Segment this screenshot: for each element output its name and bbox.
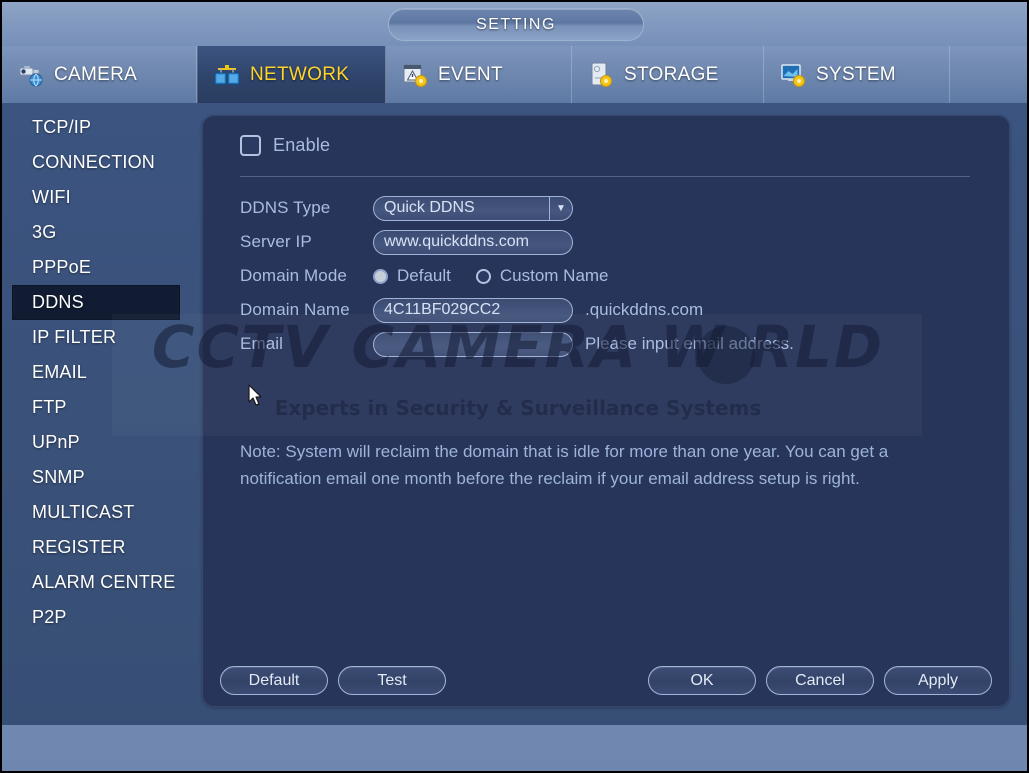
sidebar-item-3g[interactable]: 3G — [12, 215, 180, 250]
server-ip-input[interactable]: www.quickddns.com — [373, 229, 573, 255]
sidebar-item-connection[interactable]: CONNECTION — [12, 145, 180, 180]
sidebar-item-register[interactable]: REGISTER — [12, 530, 180, 565]
tab-camera[interactable]: CAMERA — [2, 46, 197, 103]
row-server-ip: Server IP www.quickddns.com — [240, 225, 980, 259]
ddns-type-label: DDNS Type — [240, 198, 331, 217]
sidebar-item-ddns[interactable]: DDNS — [12, 285, 180, 320]
ddns-type-select[interactable]: Quick DDNS ▼ — [373, 195, 573, 221]
server-ip-label: Server IP — [240, 232, 312, 251]
enable-row: Enable — [240, 135, 330, 156]
ddns-note: Note: System will reclaim the domain tha… — [240, 442, 889, 488]
sidebar-label: DDNS — [32, 292, 84, 312]
enable-label: Enable — [273, 135, 331, 155]
ddns-type-value: Quick DDNS — [384, 199, 475, 216]
radio-custom-name[interactable] — [475, 268, 491, 284]
page-title: SETTING — [476, 15, 556, 33]
email-label: Email — [240, 334, 284, 353]
camera-icon — [16, 60, 46, 90]
tab-label-system: SYSTEM — [816, 63, 896, 85]
network-icon — [212, 60, 242, 90]
server-ip-value: www.quickddns.com — [384, 233, 529, 250]
tab-label-event: EVENT — [438, 63, 503, 85]
main-tabbar: CAMERA NETWORK EVENT STORAGE SYSTEM — [2, 46, 1027, 103]
sidebar-item-pppoe[interactable]: PPPoE — [12, 250, 180, 285]
radio-default[interactable] — [373, 268, 388, 284]
sidebar-item-p2p[interactable]: P2P — [12, 600, 180, 635]
tab-system[interactable]: SYSTEM — [764, 46, 950, 103]
domain-name-input[interactable]: 4C11BF029CC2 — [373, 297, 573, 323]
sidebar-item-multicast[interactable]: MULTICAST — [12, 495, 180, 530]
domain-name-suffix: .quickddns.com — [585, 300, 704, 319]
section-divider — [240, 176, 970, 177]
sidebar-label: EMAIL — [32, 362, 88, 382]
sidebar-item-snmp[interactable]: SNMP — [12, 460, 180, 495]
tab-label-network: NETWORK — [250, 63, 350, 85]
sidebar-item-wifi[interactable]: WIFI — [12, 180, 180, 215]
sidebar-label: UPnP — [32, 432, 80, 452]
tab-network[interactable]: NETWORK — [197, 46, 386, 103]
ddns-form: DDNS Type Quick DDNS ▼ Server IP www.qui… — [240, 191, 980, 361]
sidebar-label: 3G — [32, 222, 57, 242]
tab-label-storage: STORAGE — [624, 63, 719, 85]
sidebar-label: P2P — [32, 607, 67, 627]
default-button[interactable]: Default — [220, 666, 328, 695]
screen-root: SETTING CAMERA NETWORK EVENT STORAGE SYS… — [0, 0, 1029, 773]
tab-storage[interactable]: STORAGE — [572, 46, 764, 103]
domain-name-value: 4C11BF029CC2 — [384, 301, 501, 318]
sidebar-label: PPPoE — [32, 257, 92, 277]
tab-label-camera: CAMERA — [54, 63, 138, 85]
radio-default-label: Default — [397, 266, 451, 285]
sidebar-item-alarm-centre[interactable]: ALARM CENTRE — [12, 565, 180, 600]
sidebar-label: CONNECTION — [32, 152, 155, 172]
test-button[interactable]: Test — [338, 666, 446, 695]
setting-window: SETTING CAMERA NETWORK EVENT STORAGE SYS… — [2, 2, 1027, 771]
enable-checkbox[interactable] — [240, 135, 261, 156]
sidebar-label: SNMP — [32, 467, 85, 487]
ddns-settings-panel: Enable DDNS Type Quick DDNS ▼ Server IP — [202, 115, 1010, 707]
body-area: TCP/IP CONNECTION WIFI 3G PPPoE DDNS IP … — [2, 103, 1027, 725]
sidebar-label: IP FILTER — [32, 327, 117, 347]
button-bar: Default Test OK Cancel Apply — [220, 666, 992, 695]
sidebar-item-ip-filter[interactable]: IP FILTER — [12, 320, 180, 355]
ok-button[interactable]: OK — [648, 666, 756, 695]
domain-name-label: Domain Name — [240, 300, 350, 319]
window-title-pill: SETTING — [388, 8, 644, 41]
tab-event[interactable]: EVENT — [386, 46, 572, 103]
radio-custom-name-label: Custom Name — [499, 266, 609, 285]
sidebar-label: MULTICAST — [32, 502, 135, 522]
domain-mode-radio-group: Default Custom Name — [373, 266, 625, 286]
sidebar-label: FTP — [32, 397, 67, 417]
row-domain-name: Domain Name 4C11BF029CC2 .quickddns.com — [240, 293, 980, 327]
system-icon — [778, 60, 808, 90]
cancel-button[interactable]: Cancel — [766, 666, 874, 695]
row-ddns-type: DDNS Type Quick DDNS ▼ — [240, 191, 980, 225]
email-input[interactable] — [373, 331, 573, 357]
network-submenu-sidebar: TCP/IP CONNECTION WIFI 3G PPPoE DDNS IP … — [2, 103, 197, 725]
row-domain-mode: Domain Mode Default Custom Name — [240, 259, 980, 293]
domain-mode-label: Domain Mode — [240, 266, 347, 285]
sidebar-label: REGISTER — [32, 537, 126, 557]
chevron-down-icon[interactable]: ▼ — [549, 196, 572, 220]
title-bar: SETTING — [2, 2, 1027, 46]
sidebar-item-tcpip[interactable]: TCP/IP — [12, 110, 180, 145]
sidebar-item-ftp[interactable]: FTP — [12, 390, 180, 425]
event-icon — [400, 60, 430, 90]
apply-button[interactable]: Apply — [884, 666, 992, 695]
storage-icon — [586, 60, 616, 90]
tabbar-filler — [950, 46, 1027, 103]
sidebar-label: ALARM CENTRE — [32, 572, 176, 592]
sidebar-item-email[interactable]: EMAIL — [12, 355, 180, 390]
sidebar-item-upnp[interactable]: UPnP — [12, 425, 180, 460]
row-email: Email Please input email address. — [240, 327, 980, 361]
sidebar-label: WIFI — [32, 187, 71, 207]
sidebar-label: TCP/IP — [32, 117, 92, 137]
email-hint: Please input email address. — [585, 334, 794, 353]
